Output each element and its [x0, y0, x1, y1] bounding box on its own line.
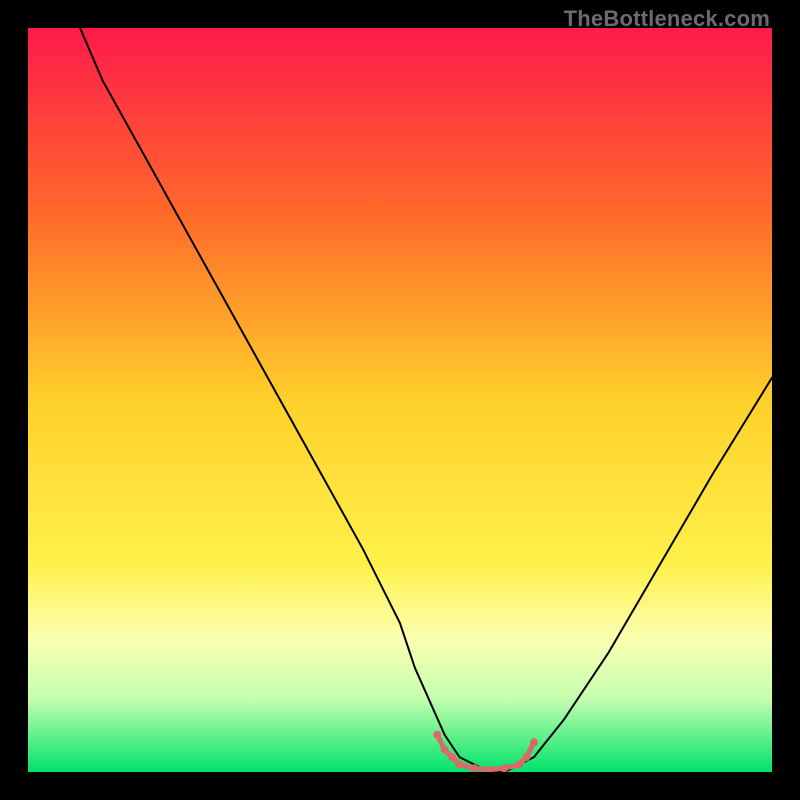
marker-optimal-band [522, 753, 530, 761]
chart-background [28, 28, 772, 772]
chart-frame: { "watermark": "TheBottleneck.com", "cha… [0, 0, 800, 800]
marker-optimal-band [500, 764, 508, 772]
plot-area [28, 28, 772, 772]
marker-optimal-band [433, 731, 441, 739]
marker-optimal-band [456, 761, 464, 769]
marker-optimal-band [515, 761, 523, 769]
chart-svg [28, 28, 772, 772]
marker-optimal-band [530, 738, 538, 746]
watermark-text: TheBottleneck.com [564, 6, 770, 32]
marker-optimal-band [470, 764, 478, 772]
marker-optimal-band [448, 753, 456, 761]
marker-optimal-band [441, 746, 449, 754]
